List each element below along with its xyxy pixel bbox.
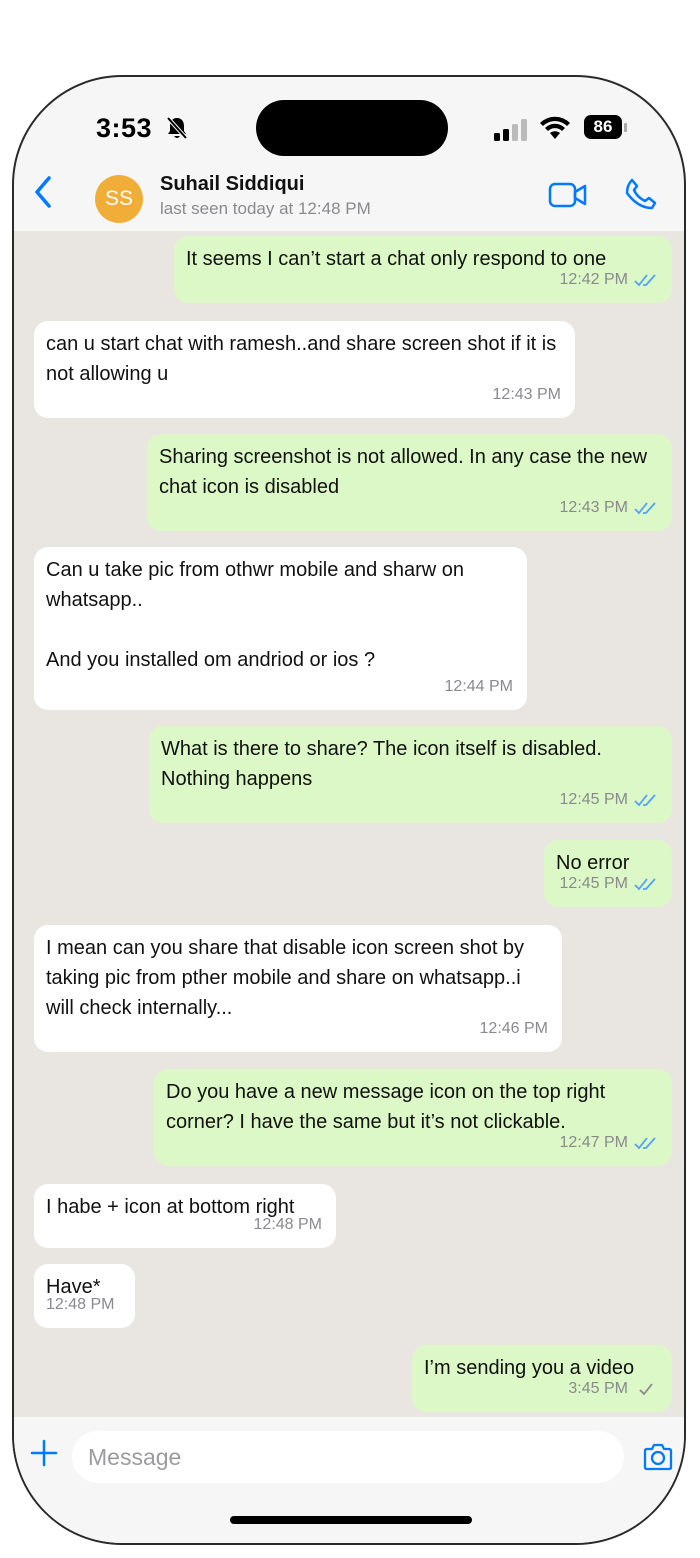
message-bubble-outgoing[interactable]: It seems I can’t start a chat only respo…	[174, 236, 672, 303]
message-time: 12:43 PM	[492, 386, 561, 403]
message-text: can u start chat with ramesh..and share …	[46, 333, 562, 385]
status-time: 3:53	[96, 113, 153, 143]
battery-indicator: 86	[584, 115, 628, 141]
message-bubble-incoming[interactable]: can u start chat with ramesh..and share …	[34, 321, 575, 418]
cellular-signal-icon	[492, 119, 536, 141]
message-bubble-outgoing[interactable]: Sharing screenshot is not allowed. In an…	[147, 434, 672, 531]
message-time: 12:48 PM	[253, 1216, 322, 1233]
message-bubble-incoming[interactable]: I habe + icon at bottom right 12:48 PM	[34, 1184, 336, 1248]
message-bubble-incoming[interactable]: Can u take pic from othwr mobile and sha…	[34, 547, 527, 710]
message-text: I mean can you share that disable icon s…	[46, 937, 530, 1019]
battery-level: 86	[584, 115, 622, 139]
single-check-sent-icon	[639, 1383, 653, 1396]
double-check-read-icon	[634, 1137, 656, 1150]
camera-icon[interactable]	[642, 1443, 674, 1471]
message-bubble-incoming[interactable]: Have* 12:48 PM	[34, 1264, 135, 1328]
back-chevron-icon[interactable]	[32, 175, 54, 209]
message-bubble-outgoing[interactable]: What is there to share? The icon itself …	[149, 726, 672, 823]
double-check-read-icon	[634, 502, 656, 515]
message-bubble-incoming[interactable]: I mean can you share that disable icon s…	[34, 925, 562, 1052]
double-check-read-icon	[634, 274, 656, 287]
message-time: 12:42 PM	[559, 271, 628, 288]
message-text: Can u take pic from othwr mobile and sha…	[46, 559, 464, 671]
phone-call-icon[interactable]	[624, 177, 658, 211]
home-indicator[interactable]	[230, 1516, 472, 1524]
contact-last-seen: last seen today at 12:48 PM	[160, 199, 371, 218]
chat-header: SS Suhail Siddiqui last seen today at 12…	[14, 167, 684, 231]
double-check-read-icon	[634, 794, 656, 807]
message-input-bar	[14, 1417, 684, 1543]
bell-muted-icon	[164, 115, 190, 141]
status-bar: 3:53 86	[14, 77, 684, 167]
contact-name[interactable]: Suhail Siddiqui	[160, 173, 304, 196]
plus-icon[interactable]	[30, 1439, 58, 1467]
message-list[interactable]: It seems I can’t start a chat only respo…	[14, 231, 684, 1417]
message-time: 12:45 PM	[559, 875, 628, 892]
avatar[interactable]: SS	[95, 175, 143, 223]
dynamic-island	[256, 100, 448, 156]
double-check-read-icon	[634, 878, 656, 891]
battery-cap	[624, 123, 627, 132]
message-time: 3:45 PM	[568, 1380, 628, 1397]
phone-frame: 3:53 86 SS Suhail Siddiqui last seen tod…	[12, 75, 686, 1545]
message-time: 12:46 PM	[479, 1020, 548, 1037]
video-call-icon[interactable]	[548, 181, 588, 209]
message-time: 12:48 PM	[46, 1296, 115, 1313]
message-bubble-outgoing[interactable]: No error 12:45 PM	[544, 840, 672, 907]
message-input[interactable]	[72, 1431, 624, 1483]
message-time: 12:45 PM	[559, 791, 628, 808]
wifi-icon	[538, 115, 572, 141]
message-bubble-outgoing[interactable]: I’m sending you a video 3:45 PM	[412, 1345, 672, 1412]
message-time: 12:43 PM	[559, 499, 628, 516]
message-time: 12:44 PM	[444, 678, 513, 695]
message-bubble-outgoing[interactable]: Do you have a new message icon on the to…	[154, 1069, 672, 1166]
message-time: 12:47 PM	[559, 1134, 628, 1151]
